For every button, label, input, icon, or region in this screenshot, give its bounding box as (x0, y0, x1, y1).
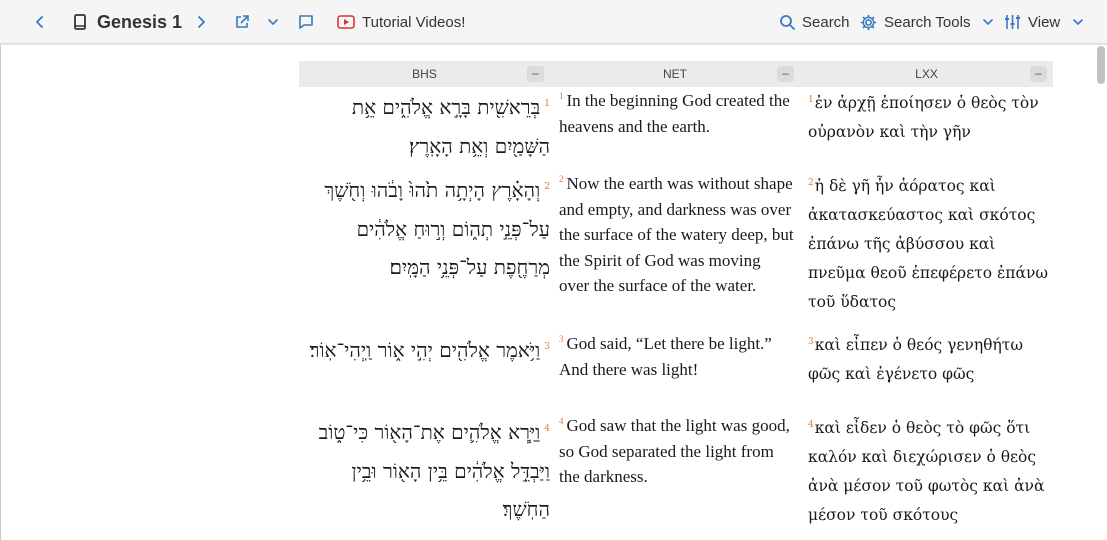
collapse-button[interactable]: – (777, 66, 794, 82)
tutorial-videos-button[interactable]: Tutorial Videos! (337, 0, 465, 44)
verse-bhs-1: 1בְּרֵאשִׁ֖ית בָּרָ֣א אֱלֹהִ֑ים אֵ֥ת הַש… (302, 88, 550, 165)
view-button[interactable]: View (1004, 0, 1084, 44)
video-icon (337, 15, 355, 29)
toolbar: Genesis 1 Tutorial Videos! Search Search… (0, 0, 1107, 44)
verse-number: 1 (544, 99, 550, 110)
verse-text: Now the earth was without shape and empt… (559, 174, 794, 296)
verse-net-3: 3 God said, “Let there be light.” And the… (559, 331, 795, 382)
back-chevron-icon[interactable] (33, 0, 47, 44)
search-icon (780, 15, 795, 30)
verse-lxx-3: 3καὶ εἶπεν ὁ θεός γενηθήτω φῶς καὶ ἐγένε… (808, 331, 1053, 389)
verse-net-4: 4 God saw that the light was good, so God… (559, 413, 795, 490)
column-header-net: NET – (550, 61, 800, 87)
verse-lxx-4: 4καὶ εἶδεν ὁ θεὸς τὸ φῶς ὅτι καλόν καὶ δ… (808, 414, 1053, 530)
verse-number: 3 (808, 336, 814, 347)
verse-lxx-1: 1ἐν ἀρχῇ ἐποίησεν ὁ θεὸς τὸν οὐρανὸν καὶ… (808, 89, 1053, 147)
chevron-down-icon (983, 19, 994, 26)
verse-text: וַיֹּ֥אמֶר אֱלֹהִ֖ים יְהִ֣י א֑וֹר וַֽיְה… (309, 338, 541, 362)
verse-text: ἡ δὲ γῆ ἦν ἀόρατος καὶ ἀκατασκεύαστος κα… (808, 177, 1049, 311)
verse-number: 4 (559, 416, 564, 427)
collapse-button[interactable]: – (1030, 66, 1047, 82)
tutorial-videos-label: Tutorial Videos! (362, 13, 466, 31)
verse-number: 1 (808, 94, 814, 105)
column-label: BHS (412, 67, 437, 81)
dropdown-chevron-icon[interactable] (267, 0, 279, 44)
search-button[interactable]: Search (779, 0, 850, 44)
verse-text: God said, “Let there be light.” And ther… (559, 334, 772, 379)
verse-lxx-2: 2ἡ δὲ γῆ ἦν ἀόρατος καὶ ἀκατασκεύαστος κ… (808, 172, 1053, 317)
verse-text: καὶ εἶδεν ὁ θεὸς τὸ φῶς ὅτι καλόν καὶ δι… (808, 419, 1045, 524)
verse-text: God saw that the light was good, so God … (559, 416, 790, 487)
verse-number: 3 (544, 342, 550, 353)
verse-number: 3 (559, 334, 564, 345)
collapse-button[interactable]: – (527, 66, 544, 82)
verse-number: 4 (808, 419, 814, 430)
column-header-lxx: LXX – (800, 61, 1053, 87)
view-label: View (1028, 13, 1061, 31)
verse-text: καὶ εἶπεν ὁ θεός γενηθήτω φῶς καὶ ἐγένετ… (808, 336, 1023, 383)
verse-number: 2 (544, 182, 550, 193)
gear-icon (860, 14, 877, 30)
external-link-icon[interactable] (234, 0, 250, 44)
chevron-down-icon (1073, 19, 1084, 26)
book-title-selector[interactable]: Genesis 1 (97, 0, 182, 44)
search-tools-button[interactable]: Search Tools (860, 0, 994, 44)
verse-number: 1 (559, 91, 564, 102)
column-label: NET (663, 67, 687, 81)
verse-text: וַיַּ֧רְא אֱלֹהִ֛ים אֶת־הָא֖וֹר כִּי־ט֑ו… (318, 420, 550, 522)
book-title: Genesis 1 (97, 11, 183, 32)
book-icon (73, 0, 87, 44)
column-label: LXX (915, 67, 938, 81)
sliders-icon (1005, 15, 1020, 29)
verse-text: In the beginning God created the heavens… (559, 91, 790, 136)
verse-bhs-2: 2וְהָאָ֗רֶץ הָיְתָ֥ה תֹ֙הוּ֙ וָבֹ֔הוּ וְ… (302, 171, 550, 287)
verse-text: בְּרֵאשִׁ֖ית בָּרָ֣א אֱלֹהִ֑ים אֵ֥ת הַשָ… (351, 95, 550, 158)
comment-icon[interactable] (298, 0, 314, 44)
verse-net-1: 1 In the beginning God created the heaven… (559, 88, 795, 139)
verse-bhs-3: 3וַיֹּ֥אמֶר אֱלֹהִ֖ים יְהִ֣י א֑וֹר וַֽיְ… (302, 331, 550, 370)
forward-chevron-icon[interactable] (194, 0, 208, 44)
verse-text: וְהָאָ֗רֶץ הָיְתָ֥ה תֹ֙הוּ֙ וָבֹ֔הוּ וְח… (324, 178, 550, 280)
verse-number: 4 (544, 424, 550, 435)
verse-number: 2 (808, 177, 814, 188)
verse-number: 2 (559, 174, 564, 185)
verse-text: ἐν ἀρχῇ ἐποίησεν ὁ θεὸς τὸν οὐρανὸν καὶ … (808, 94, 1039, 141)
verse-net-2: 2 Now the earth was without shape and emp… (559, 171, 795, 299)
column-header-bhs: BHS – (299, 61, 550, 87)
search-label: Search (802, 13, 850, 31)
search-tools-label: Search Tools (884, 13, 971, 31)
scrollbar-thumb[interactable] (1097, 46, 1105, 84)
verse-bhs-4: 4וַיַּ֧רְא אֱלֹהִ֛ים אֶת־הָא֖וֹר כִּי־ט֑… (302, 413, 550, 529)
